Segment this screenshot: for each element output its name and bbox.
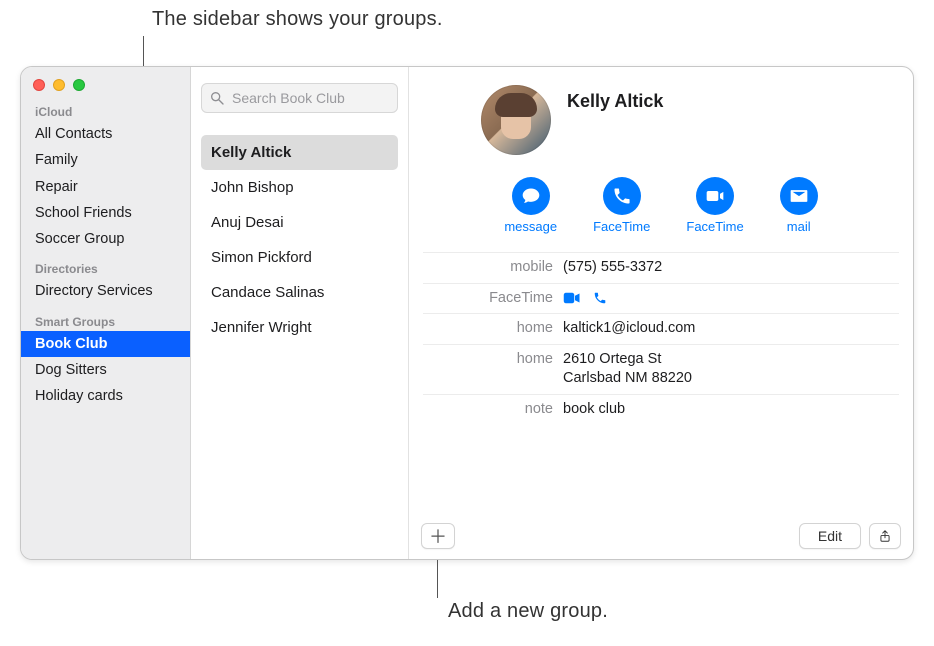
- sidebar-item-school-friends[interactable]: School Friends: [21, 200, 190, 226]
- address-line: Carlsbad NM 88220: [563, 369, 899, 389]
- sidebar-item-holiday-cards[interactable]: Holiday cards: [21, 383, 190, 409]
- edit-button[interactable]: Edit: [799, 523, 861, 549]
- field-value[interactable]: book club: [563, 400, 899, 420]
- field-label: mobile: [423, 258, 563, 278]
- action-label: FaceTime: [593, 219, 650, 234]
- sidebar-item-family[interactable]: Family: [21, 147, 190, 173]
- contact-list-item[interactable]: Jennifer Wright: [201, 310, 398, 345]
- search-field-wrapper: [201, 83, 398, 113]
- field-home-email: home kaltick1@icloud.com: [423, 313, 899, 344]
- share-icon: [878, 528, 892, 544]
- sidebar-section-icloud: iCloud: [21, 101, 190, 121]
- card-header: Kelly Altick: [423, 85, 899, 155]
- callout-line: [437, 560, 438, 598]
- sidebar-item-soccer-group[interactable]: Soccer Group: [21, 226, 190, 252]
- message-icon: [512, 177, 550, 215]
- video-icon: [696, 177, 734, 215]
- facetime-audio-action[interactable]: FaceTime: [593, 177, 650, 234]
- contact-list-item[interactable]: Simon Pickford: [201, 240, 398, 275]
- field-value[interactable]: kaltick1@icloud.com: [563, 319, 899, 339]
- mail-icon: [780, 177, 818, 215]
- detail-bottom-bar: ＋ Edit: [421, 523, 901, 549]
- facetime-video-action[interactable]: FaceTime: [686, 177, 743, 234]
- field-value[interactable]: (575) 555-3372: [563, 258, 899, 278]
- facetime-audio-icon[interactable]: [591, 290, 615, 306]
- action-label: FaceTime: [686, 219, 743, 234]
- contact-list-pane: Kelly Altick John Bishop Anuj Desai Simo…: [191, 67, 409, 559]
- field-mobile: mobile (575) 555-3372: [423, 252, 899, 283]
- sidebar: iCloud All Contacts Family Repair School…: [21, 67, 191, 559]
- minimize-window-button[interactable]: [53, 79, 65, 91]
- add-button[interactable]: ＋: [421, 523, 455, 549]
- action-label: message: [504, 219, 557, 234]
- avatar[interactable]: [481, 85, 551, 155]
- search-icon: [209, 90, 225, 106]
- field-label: FaceTime: [423, 289, 563, 309]
- fullscreen-window-button[interactable]: [73, 79, 85, 91]
- callout-sidebar-label: The sidebar shows your groups.: [152, 8, 443, 31]
- quick-actions-row: message FaceTime FaceTime mail: [423, 177, 899, 234]
- facetime-video-icon[interactable]: [563, 290, 587, 306]
- sidebar-item-repair[interactable]: Repair: [21, 174, 190, 200]
- search-input[interactable]: [201, 83, 398, 113]
- field-value[interactable]: 2610 Ortega St Carlsbad NM 88220: [563, 350, 899, 389]
- field-note: note book club: [423, 394, 899, 425]
- message-action[interactable]: message: [504, 177, 557, 234]
- sidebar-section-smart-groups: Smart Groups: [21, 311, 190, 331]
- field-home-address: home 2610 Ortega St Carlsbad NM 88220: [423, 344, 899, 394]
- sidebar-section-directories: Directories: [21, 258, 190, 278]
- field-label: home: [423, 350, 563, 389]
- contact-list-item[interactable]: Candace Salinas: [201, 275, 398, 310]
- field-facetime: FaceTime: [423, 283, 899, 314]
- mail-action[interactable]: mail: [780, 177, 818, 234]
- action-label: mail: [787, 219, 811, 234]
- field-label: home: [423, 319, 563, 339]
- sidebar-item-book-club[interactable]: Book Club: [21, 331, 190, 357]
- address-line: 2610 Ortega St: [563, 350, 899, 370]
- phone-icon: [603, 177, 641, 215]
- plus-icon: ＋: [429, 523, 447, 549]
- contact-list-item[interactable]: John Bishop: [201, 170, 398, 205]
- callout-add-group-label: Add a new group.: [448, 600, 608, 623]
- contact-name: Kelly Altick: [567, 85, 663, 112]
- share-button[interactable]: [869, 523, 901, 549]
- sidebar-item-directory-services[interactable]: Directory Services: [21, 278, 190, 304]
- field-value: [563, 289, 899, 309]
- field-label: note: [423, 400, 563, 420]
- close-window-button[interactable]: [33, 79, 45, 91]
- contact-list-item[interactable]: Kelly Altick: [201, 135, 398, 170]
- sidebar-item-dog-sitters[interactable]: Dog Sitters: [21, 357, 190, 383]
- window-controls: [21, 73, 190, 101]
- contact-detail-pane: Kelly Altick message FaceTime FaceTime: [409, 67, 913, 559]
- contact-list-item[interactable]: Anuj Desai: [201, 205, 398, 240]
- contacts-window: iCloud All Contacts Family Repair School…: [20, 66, 914, 560]
- sidebar-item-all-contacts[interactable]: All Contacts: [21, 121, 190, 147]
